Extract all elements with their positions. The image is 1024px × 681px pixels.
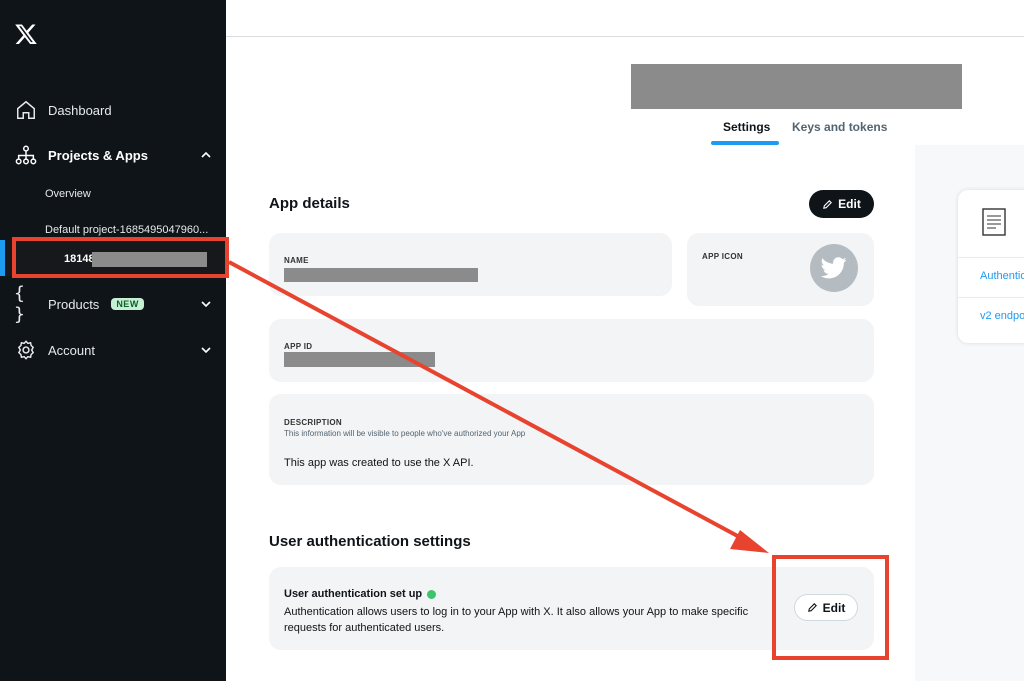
annotation-arrow bbox=[228, 260, 769, 553]
